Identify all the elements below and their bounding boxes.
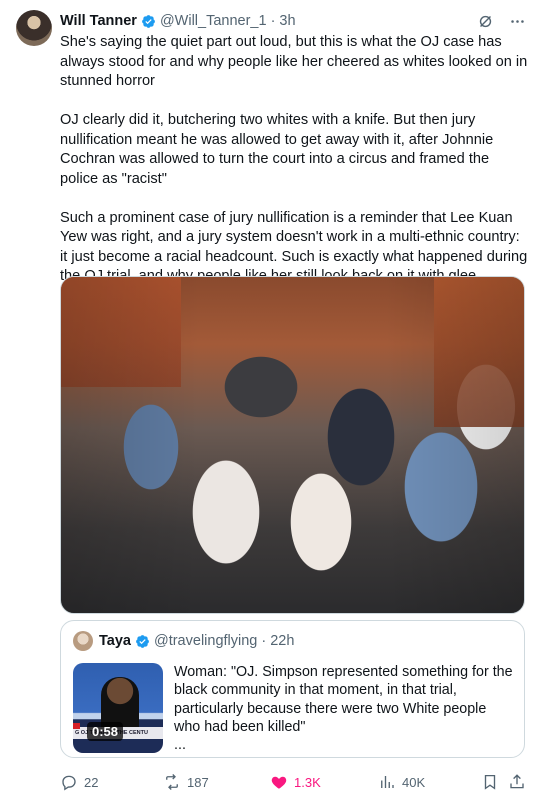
quoted-tweet[interactable]: Taya @travelingflying · 22h G OJ TRIAL O… bbox=[60, 620, 525, 758]
tweet-paragraph: Such a prominent case of jury nullificat… bbox=[60, 209, 528, 285]
quote-time[interactable]: 22h bbox=[270, 633, 294, 649]
quote-body: Woman: "OJ. Simpson represented somethin… bbox=[174, 664, 513, 735]
grok-icon[interactable] bbox=[476, 12, 494, 30]
video-duration: 0:58 bbox=[87, 722, 124, 741]
tweet-photo[interactable] bbox=[60, 276, 525, 614]
tweet-paragraph: She's saying the quiet part out loud, bu… bbox=[60, 34, 528, 89]
banner-accent bbox=[73, 723, 80, 729]
verified-badge-icon bbox=[135, 634, 150, 649]
tweet-header: Will Tanner @Will_Tanner_1 · 3h bbox=[60, 12, 526, 30]
tweet-time[interactable]: 3h bbox=[279, 13, 295, 29]
views-count: 40K bbox=[402, 774, 426, 790]
separator-dot: · bbox=[270, 13, 276, 29]
quote-video-thumbnail[interactable]: G OJ TRIAL OF THE CENTU 0:58 bbox=[73, 663, 163, 753]
bookmark-button[interactable] bbox=[481, 773, 499, 791]
author-avatar[interactable] bbox=[16, 10, 52, 46]
reply-count: 22 bbox=[84, 774, 99, 790]
quote-author-handle[interactable]: @travelingflying bbox=[154, 633, 257, 649]
tweet[interactable]: Will Tanner @Will_Tanner_1 · 3h She's sa… bbox=[0, 0, 540, 811]
quote-text: Woman: "OJ. Simpson represented somethin… bbox=[174, 663, 516, 754]
action-bar: 22 187 1.3K 40K bbox=[60, 772, 525, 792]
separator-dot: · bbox=[261, 633, 267, 649]
reply-button[interactable]: 22 bbox=[60, 773, 98, 791]
quote-ellipsis: ... bbox=[174, 737, 186, 754]
repost-button[interactable]: 187 bbox=[163, 773, 209, 791]
repost-count: 187 bbox=[187, 774, 209, 790]
share-button[interactable] bbox=[508, 773, 526, 791]
bookmark-icon bbox=[484, 774, 496, 790]
views-button[interactable]: 40K bbox=[378, 773, 425, 791]
verified-badge-icon bbox=[141, 14, 156, 29]
repost-icon bbox=[166, 774, 178, 790]
tweet-paragraph: OJ clearly did it, butchering two whites… bbox=[60, 112, 494, 187]
photo-shade bbox=[61, 277, 524, 613]
like-button[interactable]: 1.3K bbox=[270, 773, 321, 791]
quote-author-name[interactable]: Taya bbox=[99, 633, 131, 649]
quote-avatar[interactable] bbox=[73, 631, 93, 651]
quote-header: Taya @travelingflying · 22h bbox=[73, 631, 294, 651]
tweet-text: She's saying the quiet part out loud, bu… bbox=[60, 33, 530, 306]
like-count: 1.3K bbox=[294, 774, 321, 790]
author-handle[interactable]: @Will_Tanner_1 bbox=[160, 13, 267, 29]
reply-icon bbox=[62, 775, 76, 791]
views-icon bbox=[381, 776, 394, 788]
like-icon bbox=[271, 776, 287, 789]
author-name[interactable]: Will Tanner bbox=[60, 13, 137, 29]
share-icon bbox=[510, 774, 524, 789]
more-icon[interactable] bbox=[508, 12, 526, 30]
header-actions bbox=[476, 12, 526, 30]
